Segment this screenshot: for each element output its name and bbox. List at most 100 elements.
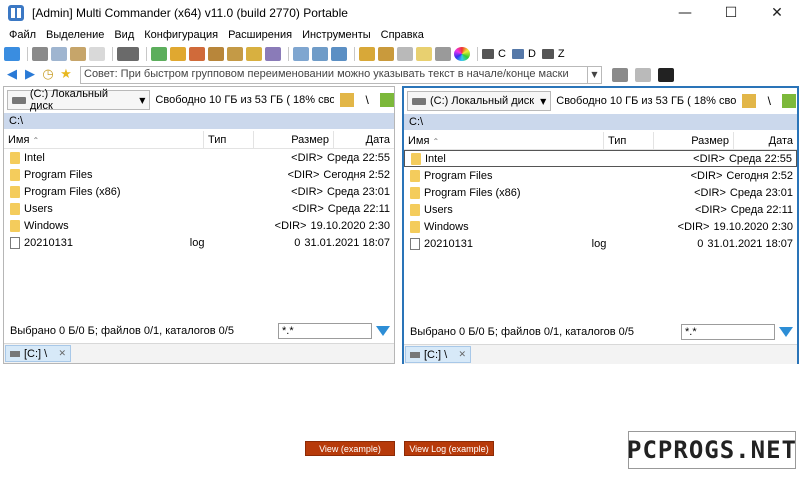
column-header-size[interactable]: Размер [654, 132, 734, 149]
table-row[interactable]: Users <DIR> Среда 22:11 [4, 200, 394, 217]
left-drive-selector[interactable]: (C:) Локальный диск ▼ [7, 88, 151, 112]
parent-folder-icon[interactable] [380, 93, 394, 107]
folder-icon [411, 152, 421, 165]
menu-extensions[interactable]: Расширения [223, 29, 297, 41]
column-header-date[interactable]: Дата [734, 132, 797, 149]
table-row[interactable]: Program Files <DIR> Сегодня 2:52 [4, 166, 394, 183]
back-arrow-icon[interactable]: ◀ [4, 67, 20, 83]
drive-z-button[interactable]: Z [541, 48, 565, 60]
drive-d-button[interactable]: D [511, 48, 536, 60]
audio-tool-icon[interactable] [378, 46, 394, 61]
toolbar-separator [288, 46, 289, 61]
color-wheel-icon[interactable] [454, 46, 470, 61]
network-icon[interactable] [340, 93, 355, 107]
view-example-button[interactable]: View (example) [305, 441, 395, 456]
table-row[interactable]: Program Files (x86) <DIR> Среда 23:01 [4, 183, 394, 200]
table-row[interactable]: Program Files <DIR> Сегодня 2:52 [404, 167, 797, 184]
drive-c-button[interactable]: C [482, 48, 506, 60]
right-drive-bar: (C:) Локальный диск ▼ Свободно 10 ГБ из … [404, 88, 797, 114]
left-tab-label: [C:] \ [24, 347, 48, 360]
drive-icon [541, 48, 554, 59]
toolbar-separator [112, 46, 113, 61]
root-icon[interactable]: \ [762, 94, 776, 108]
table-row-focused[interactable]: Intel <DIR> Среда 22:55 [404, 150, 797, 167]
menu-help[interactable]: Справка [376, 29, 429, 41]
column-header-type[interactable]: Тип [204, 131, 254, 148]
left-current-path[interactable]: C:\ [4, 113, 394, 129]
left-tab-strip: [C:] \ ✕ [4, 343, 394, 363]
left-filter-input[interactable]: *.* [278, 323, 372, 339]
paste-icon[interactable] [70, 46, 86, 61]
table-row[interactable]: Program Files (x86) <DIR> Среда 23:01 [404, 184, 797, 201]
chevron-down-icon[interactable]: ▼ [588, 66, 602, 84]
close-button[interactable]: ✕ [754, 0, 800, 26]
compare-icon[interactable] [312, 46, 328, 61]
drive-icon [10, 350, 20, 357]
table-row[interactable]: Windows <DIR> 19.10.2020 2:30 [4, 217, 394, 234]
right-filter-input[interactable]: *.* [681, 324, 775, 340]
filter-funnel-icon[interactable] [376, 326, 390, 336]
network-icon[interactable] [742, 94, 757, 108]
panel-layout-icon[interactable] [612, 68, 628, 82]
move-file-icon[interactable] [189, 46, 205, 61]
file-name: Users [424, 203, 453, 216]
image-tool-icon[interactable] [359, 46, 375, 61]
minimize-button[interactable]: — [662, 0, 708, 26]
column-header-size[interactable]: Размер [254, 131, 334, 148]
tip-command-input[interactable]: Совет: При быстром групповом переименова… [80, 66, 588, 84]
history-icon[interactable]: ◷ [40, 67, 56, 83]
right-tab-label: [C:] \ [424, 348, 448, 361]
file-name: Windows [24, 219, 69, 232]
menu-selection[interactable]: Выделение [41, 29, 109, 41]
copy-file-icon[interactable] [170, 46, 186, 61]
table-row[interactable]: Intel <DIR> Среда 22:55 [4, 149, 394, 166]
table-row[interactable]: 20210131 log 0 31.01.2021 18:07 [404, 235, 797, 252]
column-header-type[interactable]: Тип [604, 132, 654, 149]
forward-arrow-icon[interactable]: ▶ [22, 67, 38, 83]
view-log-example-button[interactable]: View Log (example) [404, 441, 494, 456]
menu-tools[interactable]: Инструменты [297, 29, 376, 41]
right-tab-c[interactable]: [C:] \ ✕ [405, 346, 471, 363]
close-tab-icon[interactable]: ✕ [458, 349, 466, 360]
copy-icon[interactable] [51, 46, 67, 61]
attributes-icon[interactable] [265, 46, 281, 61]
menu-file[interactable]: Файл [4, 29, 41, 41]
table-row[interactable]: Windows <DIR> 19.10.2020 2:30 [404, 218, 797, 235]
notes-icon[interactable] [416, 46, 432, 61]
new-file-icon[interactable] [151, 46, 167, 61]
column-header-date[interactable]: Дата [334, 131, 394, 148]
sync-icon[interactable] [331, 46, 347, 61]
pack-icon[interactable] [208, 46, 224, 61]
chevron-down-icon: ▼ [139, 95, 146, 105]
right-file-list: Intel <DIR> Среда 22:55 Program Files <DIR>… [404, 150, 797, 252]
root-icon[interactable]: \ [360, 93, 374, 107]
column-header-name-label: Имя [408, 135, 430, 147]
close-tab-icon[interactable]: ✕ [58, 348, 66, 359]
right-current-path[interactable]: C:\ [404, 114, 797, 130]
unpack-icon[interactable] [227, 46, 243, 61]
table-row[interactable]: 20210131 log 0 31.01.2021 18:07 [4, 234, 394, 251]
console-icon[interactable] [658, 68, 674, 82]
search-icon[interactable] [293, 46, 309, 61]
favorites-star-icon[interactable]: ★ [58, 67, 74, 83]
right-column-headers: Имя ⌃ Тип Размер Дата [404, 132, 797, 150]
rename-icon[interactable] [246, 46, 262, 61]
parent-folder-icon[interactable] [782, 94, 797, 108]
settings-icon[interactable] [435, 46, 451, 61]
menu-configuration[interactable]: Конфигурация [139, 29, 223, 41]
cut-icon[interactable] [32, 46, 48, 61]
column-header-name[interactable]: Имя ⌃ [4, 131, 204, 148]
refresh-icon[interactable] [4, 46, 20, 61]
explorer-icon[interactable] [635, 68, 651, 82]
file-size: <DIR> [677, 220, 710, 233]
left-tab-c[interactable]: [C:] \ ✕ [5, 345, 71, 362]
column-header-name[interactable]: Имя ⌃ [404, 132, 604, 149]
maximize-button[interactable]: ☐ [708, 0, 754, 26]
menu-view[interactable]: Вид [109, 29, 139, 41]
table-row[interactable]: Users <DIR> Среда 22:11 [404, 201, 797, 218]
text-tool-icon[interactable] [397, 46, 413, 61]
view-mode-icon[interactable] [117, 46, 139, 61]
delete-icon[interactable] [89, 46, 105, 61]
right-drive-selector[interactable]: (C:) Локальный диск ▼ [407, 91, 552, 111]
filter-funnel-icon[interactable] [779, 327, 793, 337]
